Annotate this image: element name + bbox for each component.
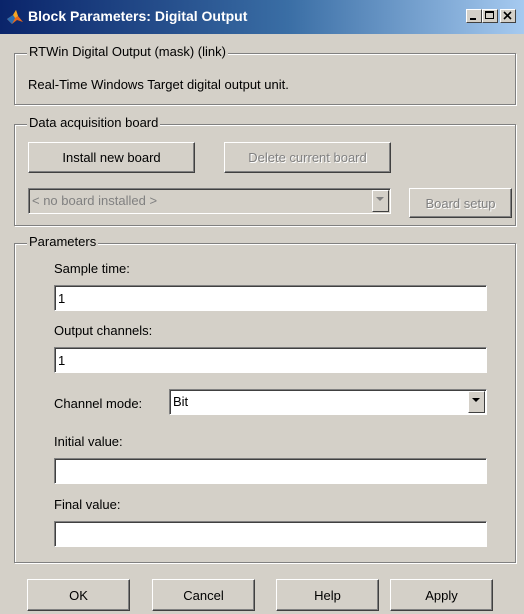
delete-board-button[interactable]: Delete current board (224, 142, 391, 173)
mask-group-title: RTWin Digital Output (mask) (link) (27, 44, 228, 59)
initial-value-input[interactable] (54, 458, 487, 484)
board-select[interactable]: < no board installed > (28, 188, 391, 214)
initial-value-label: Initial value: (54, 434, 123, 449)
board-select-value: < no board installed > (32, 193, 158, 208)
install-board-button[interactable]: Install new board (28, 142, 195, 173)
parameters-group-title: Parameters (27, 234, 99, 249)
mask-description: Real-Time Windows Target digital output … (28, 77, 289, 92)
output-channels-label: Output channels: (54, 323, 153, 338)
sample-time-input[interactable] (54, 285, 487, 311)
output-channels-input[interactable] (54, 347, 487, 373)
channel-mode-label: Channel mode: (54, 396, 143, 411)
board-select-dropdown-arrow[interactable] (372, 190, 389, 212)
final-value-label: Final value: (54, 497, 121, 512)
sample-time-label: Sample time: (54, 261, 130, 276)
final-value-input[interactable] (54, 521, 487, 547)
channel-mode-dropdown-arrow[interactable] (468, 391, 485, 413)
close-button[interactable] (500, 9, 516, 23)
matlab-logo-icon (6, 8, 24, 26)
block-parameters-dialog: Block Parameters: Digital Output RTWin D… (0, 0, 524, 614)
board-setup-button[interactable]: Board setup (409, 188, 512, 218)
channel-mode-select[interactable]: Bit (169, 389, 487, 415)
ok-button[interactable]: OK (27, 579, 130, 611)
channel-mode-value: Bit (173, 394, 189, 409)
minimize-button[interactable] (466, 9, 482, 23)
help-button[interactable]: Help (276, 579, 379, 611)
board-group-title: Data acquisition board (27, 115, 161, 130)
window-title: Block Parameters: Digital Output (28, 8, 248, 24)
title-bar[interactable]: Block Parameters: Digital Output (0, 0, 524, 34)
maximize-button[interactable] (482, 9, 498, 23)
apply-button[interactable]: Apply (390, 579, 493, 611)
cancel-button[interactable]: Cancel (152, 579, 255, 611)
